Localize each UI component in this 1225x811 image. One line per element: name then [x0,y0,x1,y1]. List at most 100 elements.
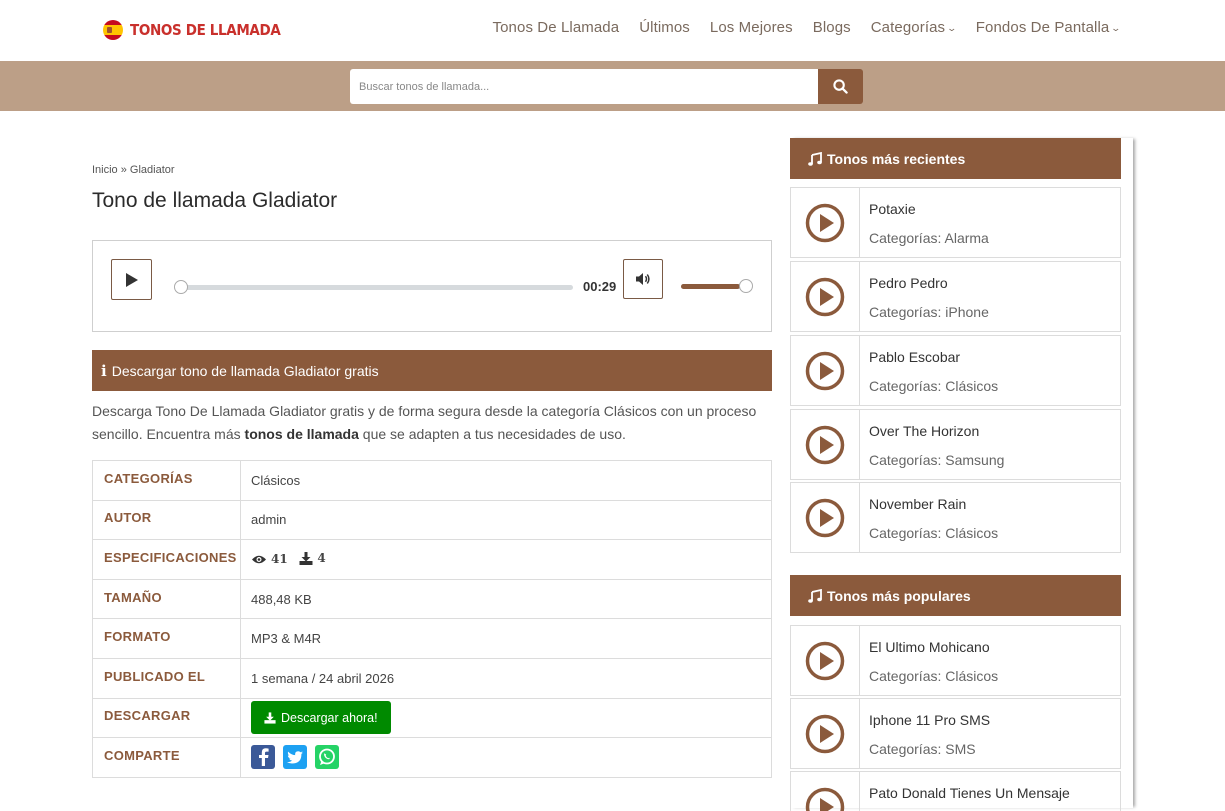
eye-icon [251,554,267,565]
categories-label: CATEGORÍAS [93,461,241,501]
categories-value[interactable]: Clásicos [241,461,772,501]
list-item[interactable]: Pato Donald Tienes Un Mensaje [790,771,1121,811]
nav-label: Fondos De Pantalla [976,19,1110,36]
author-label: AUTOR [93,500,241,540]
play-circle-icon [805,425,845,465]
play-circle-icon [805,714,845,754]
volume-slider[interactable] [681,284,747,289]
ringtone-category: Categorías: SMS [869,741,990,757]
logo-text: TONOS DE LLAMADA [130,21,280,39]
play-thumb[interactable] [791,262,860,331]
table-row: CATEGORÍAS Clásicos [93,461,772,501]
ringtone-title[interactable]: November Rain [869,496,998,512]
play-thumb[interactable] [791,483,860,552]
info-icon: i [101,362,107,380]
play-thumb[interactable] [791,626,860,695]
table-row: FORMATO MP3 & M4R [93,619,772,659]
ringtone-title[interactable]: Pedro Pedro [869,275,989,291]
ringtone-title[interactable]: Over The Horizon [869,423,1004,439]
search-input[interactable] [350,69,820,104]
ringtone-category: Categorías: Clásicos [869,668,998,684]
play-thumb[interactable] [791,188,860,257]
play-circle-icon [805,498,845,538]
play-thumb[interactable] [791,336,860,405]
ringtone-category: Categorías: Samsung [869,452,1004,468]
nav-fondos-de-pantalla[interactable]: Fondos De Pantalla⌄ [976,19,1120,36]
views-stat: 41 [251,552,288,566]
breadcrumb[interactable]: Inicio » Gladiator [92,164,175,176]
table-row: COMPARTE [93,738,772,778]
search-bar [0,61,1225,111]
download-label: DESCARGAR [93,698,241,738]
list-item[interactable]: El Ultimo Mohicano Categorías: Clásicos [790,625,1121,696]
table-row: PUBLICADO EL 1 semana / 24 abril 2026 [93,658,772,698]
chevron-down-icon: ⌄ [1111,23,1122,34]
list-item[interactable]: Over The Horizon Categorías: Samsung [790,409,1121,480]
ringtones-link[interactable]: tonos de llamada [245,426,359,442]
format-value: MP3 & M4R [241,619,772,659]
twitter-icon[interactable] [283,745,307,769]
volume-handle[interactable] [739,279,753,293]
site-logo[interactable]: TONOS DE LLAMADA [103,20,297,40]
download-now-label: Descargar ahora! [281,711,378,725]
nav-categorias[interactable]: Categorías⌄ [871,19,956,36]
list-item[interactable]: Pablo EscobarCategorías: Clásicos [790,335,1121,406]
format-label: FORMATO [93,619,241,659]
play-button[interactable] [111,259,152,300]
download-section-title: Descargar tono de llamada Gladiator grat… [112,363,379,379]
size-label: TAMAÑO [93,579,241,619]
facebook-icon[interactable] [251,745,275,769]
spain-flag-icon [103,20,123,40]
views-count: 41 [271,552,288,566]
play-thumb[interactable] [791,699,860,768]
progress-bar[interactable] [181,285,573,290]
download-section-header: i Descargar tono de llamada Gladiator gr… [92,350,772,391]
share-buttons [251,745,339,769]
nav-ultimos[interactable]: Últimos [639,19,690,36]
play-thumb[interactable] [791,772,860,811]
download-icon [264,712,276,724]
ringtone-title[interactable]: Iphone 11 Pro SMS [869,712,990,728]
ringtone-title[interactable]: Potaxie [869,201,989,217]
volume-button[interactable] [623,259,663,299]
description: Descarga Tono De Llamada Gladiator grati… [92,400,772,446]
search-button[interactable] [818,69,863,104]
chevron-down-icon: ⌄ [947,23,958,34]
nav-tonos-de-llamada[interactable]: Tonos De Llamada [493,19,620,36]
size-value: 488,48 KB [241,579,772,619]
play-circle-icon [805,787,845,811]
progress-handle[interactable] [174,280,188,294]
music-note-icon [808,589,822,603]
search-icon [833,79,848,94]
ringtone-title[interactable]: Pato Donald Tienes Un Mensaje [869,785,1070,801]
ringtone-category: Categorías: Clásicos [869,525,998,541]
play-thumb[interactable] [791,410,860,479]
nav-label: Últimos [639,19,690,36]
recent-title: Tonos más recientes [827,151,965,167]
specs-value: 41 4 [241,540,772,580]
music-note-icon [808,152,822,166]
nav-blogs[interactable]: Blogs [813,19,851,36]
audio-player: 00:29 [92,240,772,332]
details-table: CATEGORÍAS Clásicos AUTOR admin ESPECIFI… [92,460,772,778]
nav-los-mejores[interactable]: Los Mejores [710,19,793,36]
list-item[interactable]: Pedro PedroCategorías: iPhone [790,261,1121,332]
nav-label: Los Mejores [710,19,793,36]
list-item[interactable]: November Rain Categorías: Clásicos [790,482,1121,553]
downloads-count: 4 [317,551,325,565]
play-icon [125,272,139,288]
share-cell [241,738,772,778]
downloads-stat: 4 [299,551,325,565]
ringtone-title[interactable]: Pablo Escobar [869,349,998,365]
description-text: que se adapten a tus necesidades de uso. [359,426,626,442]
published-label: PUBLICADO EL [93,658,241,698]
list-item[interactable]: Iphone 11 Pro SMS Categorías: SMS [790,698,1121,769]
nav-label: Tonos De Llamada [493,19,620,36]
whatsapp-icon[interactable] [315,745,339,769]
ringtone-title[interactable]: El Ultimo Mohicano [869,639,998,655]
table-row: TAMAÑO 488,48 KB [93,579,772,619]
download-now-button[interactable]: Descargar ahora! [251,701,391,734]
play-circle-icon [805,351,845,391]
author-value: admin [241,500,772,540]
list-item[interactable]: PotaxieCategorías: Alarma [790,187,1121,258]
